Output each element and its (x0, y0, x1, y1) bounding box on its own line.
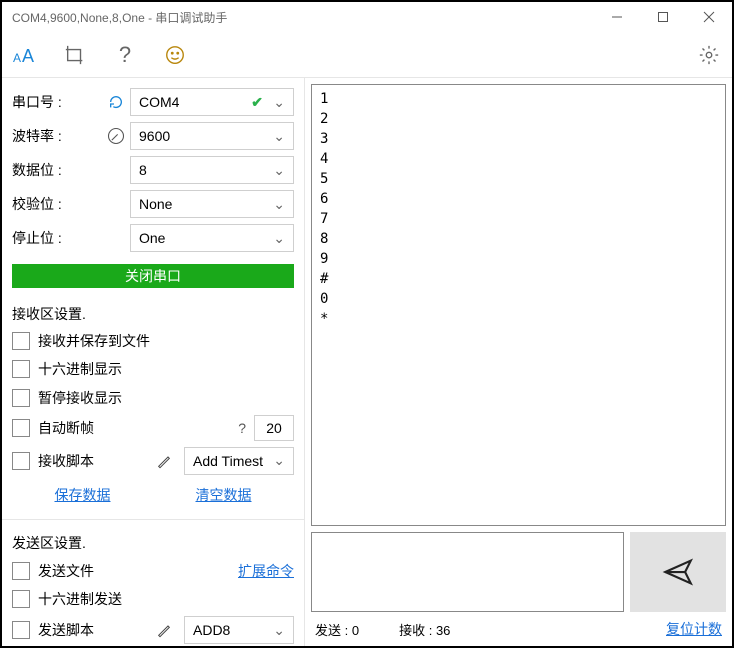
refresh-port-icon[interactable] (102, 94, 130, 110)
window-title: COM4,9600,None,8,One - 串口调试助手 (12, 9, 227, 26)
status-recv: 接收 : 36 (399, 620, 450, 639)
left-panel: 串口号 : COM4 ✔ ⌄ 波特率 : 9600 ⌄ (2, 78, 305, 646)
send-file-label: 发送文件 (38, 561, 94, 581)
auto-frame-help[interactable]: ? (238, 420, 246, 436)
app-window: COM4,9600,None,8,One - 串口调试助手 AA ? (2, 2, 732, 646)
close-port-button[interactable]: 关闭串口 (12, 264, 294, 288)
pause-display-label: 暂停接收显示 (38, 388, 122, 408)
stopbits-value: One (139, 230, 165, 246)
auto-frame-checkbox[interactable] (12, 419, 30, 437)
chevron-down-icon: ⌄ (273, 230, 285, 247)
receive-area[interactable]: 1 2 3 4 5 6 7 8 9 # 0 * (311, 84, 726, 526)
send-file-checkbox[interactable] (12, 562, 30, 580)
status-bar: 发送 : 0 接收 : 36 复位计数 (311, 618, 726, 640)
auto-frame-label: 自动断帧 (38, 418, 94, 438)
toolbar: AA ? (2, 32, 732, 78)
recv-script-checkbox[interactable] (12, 452, 30, 470)
recv-section-title: 接收区设置. (12, 304, 294, 324)
stopbits-label: 停止位 : (12, 228, 102, 248)
send-section-title: 发送区设置. (12, 533, 294, 553)
parity-select[interactable]: None ⌄ (130, 190, 294, 218)
svg-text:A: A (13, 51, 21, 65)
recv-script-select[interactable]: Add Timest ⌄ (184, 447, 294, 475)
status-send: 发送 : 0 (315, 620, 359, 639)
ext-cmd-link[interactable]: 扩展命令 (238, 561, 294, 581)
parity-label: 校验位 : (12, 194, 102, 214)
auto-frame-value[interactable]: 20 (254, 415, 294, 441)
baud-select[interactable]: 9600 ⌄ (130, 122, 294, 150)
hex-send-label: 十六进制发送 (38, 589, 122, 609)
baud-label: 波特率 : (12, 126, 102, 146)
databits-select[interactable]: 8 ⌄ (130, 156, 294, 184)
send-input[interactable] (311, 532, 624, 612)
title-bar: COM4,9600,None,8,One - 串口调试助手 (2, 2, 732, 32)
settings-icon[interactable] (694, 40, 724, 70)
send-script-checkbox[interactable] (12, 621, 30, 639)
save-data-link[interactable]: 保存数据 (55, 485, 111, 505)
databits-value: 8 (139, 162, 147, 178)
hex-send-checkbox[interactable] (12, 590, 30, 608)
databits-label: 数据位 : (12, 160, 102, 180)
chevron-down-icon: ⌄ (273, 94, 285, 111)
chevron-down-icon: ⌄ (273, 452, 285, 469)
baud-value: 9600 (139, 128, 170, 144)
recv-script-label: 接收脚本 (38, 451, 94, 471)
hex-display-checkbox[interactable] (12, 360, 30, 378)
send-script-value: ADD8 (193, 622, 230, 638)
port-value: COM4 (139, 94, 179, 110)
hex-display-label: 十六进制显示 (38, 359, 122, 379)
maximize-button[interactable] (640, 2, 686, 32)
crop-icon[interactable] (60, 40, 90, 70)
chevron-down-icon: ⌄ (273, 196, 285, 213)
recv-script-value: Add Timest (193, 453, 263, 469)
font-icon[interactable]: AA (10, 40, 40, 70)
chevron-down-icon: ⌄ (273, 162, 285, 179)
save-to-file-label: 接收并保存到文件 (38, 331, 150, 351)
minimize-button[interactable] (594, 2, 640, 32)
port-select[interactable]: COM4 ✔ ⌄ (130, 88, 294, 116)
help-icon[interactable]: ? (110, 40, 140, 70)
close-button[interactable] (686, 2, 732, 32)
clear-data-link[interactable]: 清空数据 (196, 485, 252, 505)
script-edit-icon[interactable] (156, 622, 176, 638)
send-button[interactable] (630, 532, 726, 612)
reset-counter-link[interactable]: 复位计数 (666, 619, 722, 639)
save-to-file-checkbox[interactable] (12, 332, 30, 350)
script-edit-icon[interactable] (156, 453, 176, 469)
check-icon: ✔ (251, 94, 263, 111)
pause-display-checkbox[interactable] (12, 389, 30, 407)
chevron-down-icon: ⌄ (273, 128, 285, 145)
parity-value: None (139, 196, 172, 212)
stopbits-select[interactable]: One ⌄ (130, 224, 294, 252)
smiley-icon[interactable] (160, 40, 190, 70)
baud-detect-icon[interactable] (102, 126, 130, 146)
chevron-down-icon: ⌄ (273, 622, 285, 639)
divider (2, 519, 304, 520)
send-script-select[interactable]: ADD8 ⌄ (184, 616, 294, 644)
port-label: 串口号 : (12, 92, 102, 112)
send-script-label: 发送脚本 (38, 620, 94, 640)
right-panel: 1 2 3 4 5 6 7 8 9 # 0 * 发送 : 0 接收 : 36 复… (305, 78, 732, 646)
svg-text:A: A (22, 46, 34, 66)
